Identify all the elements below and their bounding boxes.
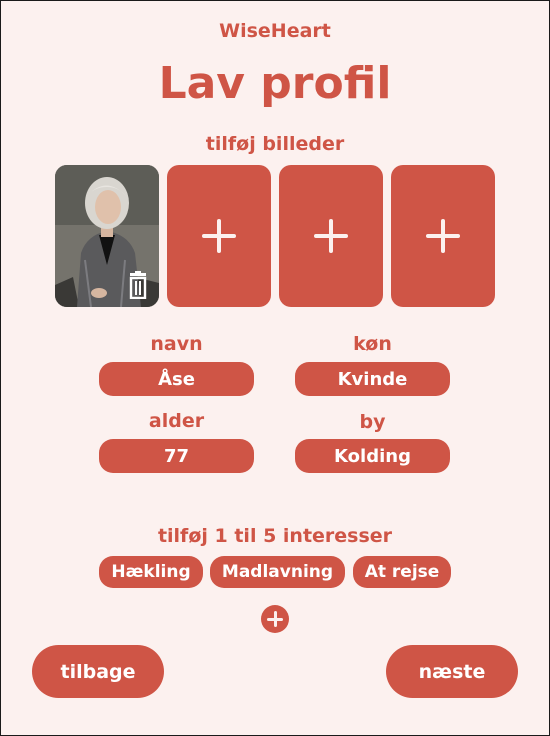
interest-chip[interactable]: Hækling [99,556,203,588]
plus-icon [267,611,283,627]
photos-label: tilføj billeder [205,133,345,155]
back-button[interactable]: tilbage [32,645,164,698]
add-interest-button[interactable] [261,605,289,633]
add-photo-slot[interactable] [167,165,271,307]
add-photo-slot[interactable] [391,165,495,307]
age-field[interactable]: 77 [99,439,254,473]
age-label: alder [148,410,205,432]
profile-photo[interactable] [55,165,159,307]
plus-icon [314,219,348,253]
interest-chip[interactable]: At rejse [353,556,451,588]
name-field[interactable]: Åse [99,362,254,396]
add-photo-slot[interactable] [279,165,383,307]
gender-label: køn [353,333,392,355]
delete-photo-button[interactable] [127,271,149,300]
app-title: WiseHeart [219,20,331,42]
gender-field[interactable]: Kvinde [295,362,450,396]
plus-icon [426,219,460,253]
interests-label: tilføj 1 til 5 interesser [157,525,393,547]
next-button[interactable]: næste [386,645,518,698]
page-title: Lav profil [158,58,392,109]
plus-icon [202,219,236,253]
city-field[interactable]: Kolding [295,439,450,473]
city-label: by [359,411,386,433]
interest-chip[interactable]: Madlavning [210,556,345,588]
name-label: navn [150,333,203,355]
trash-icon [129,271,147,300]
